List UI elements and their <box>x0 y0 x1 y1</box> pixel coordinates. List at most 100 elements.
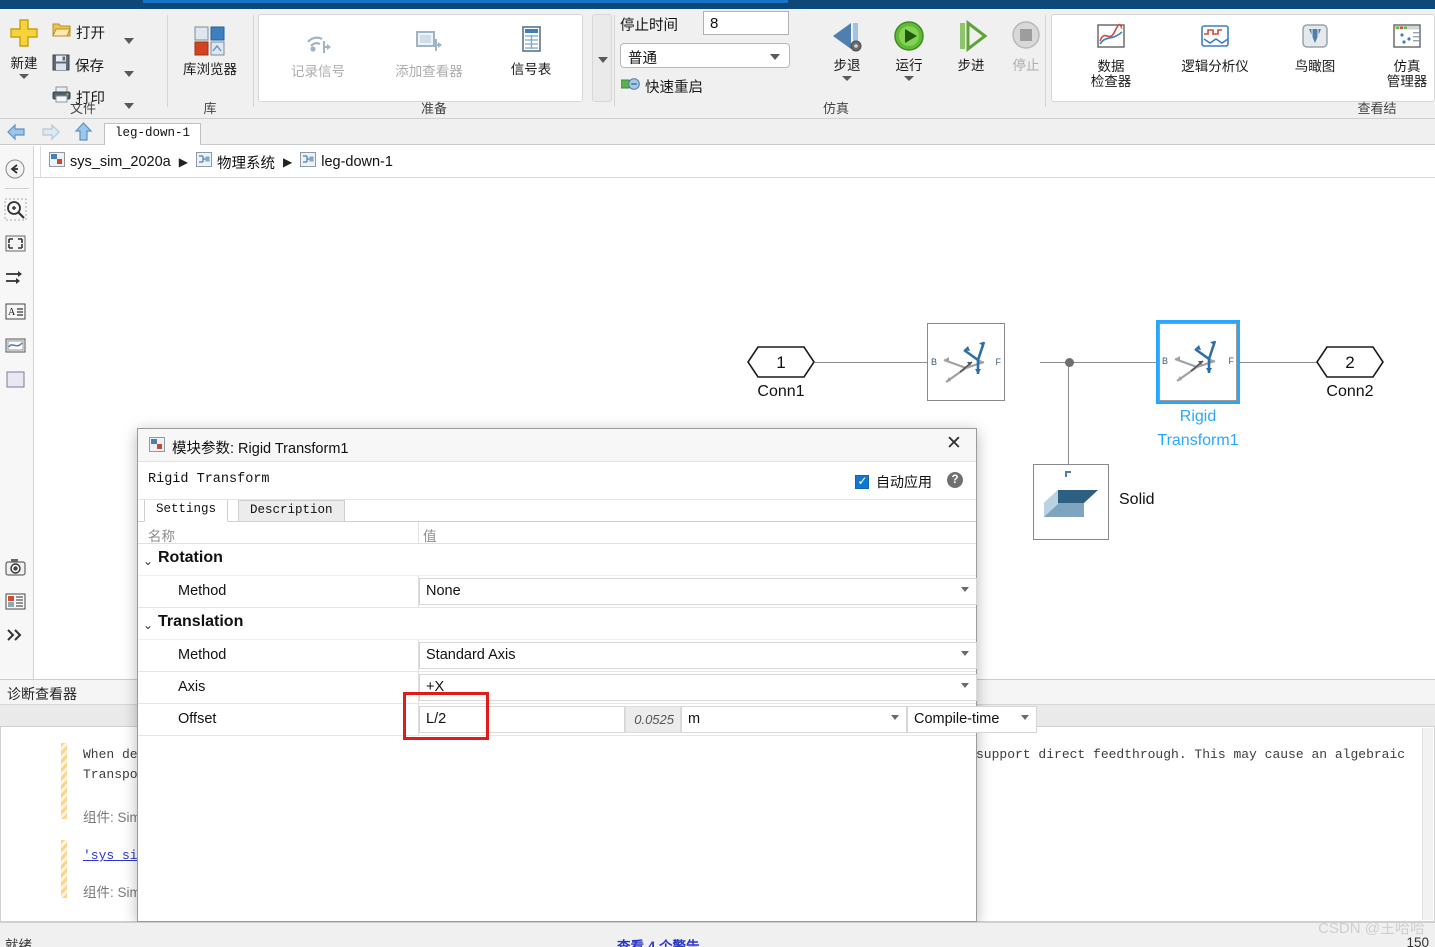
back-to-parent-icon[interactable] <box>4 158 30 184</box>
param-label-offset: Offset <box>178 711 217 727</box>
solid-label: Solid <box>1119 491 1155 508</box>
prepare-overflow-button[interactable] <box>592 14 612 102</box>
fast-restart-button[interactable]: 快速重启 <box>620 76 703 97</box>
diagnostic-viewer-title: 诊断查看器 <box>7 686 77 702</box>
breadcrumb-separator-1: ▶ <box>282 155 293 169</box>
model-tab[interactable]: leg-down-1 <box>104 123 202 145</box>
rotation-method-value: None <box>426 583 461 599</box>
library-browser-icon <box>193 25 227 62</box>
solid-glyph <box>1044 471 1098 517</box>
new-button[interactable]: 新建 <box>2 17 46 79</box>
stop-time-input[interactable]: 8 <box>703 11 789 35</box>
conn2-label: Conn2 <box>1326 383 1374 400</box>
stop-square-icon <box>1008 19 1044 58</box>
camera-icon[interactable] <box>4 556 30 582</box>
param-label-translation-method: Method <box>178 647 227 663</box>
birdseye-button[interactable]: 鸟瞰图 <box>1279 22 1351 74</box>
step-back-caret[interactable] <box>842 76 852 81</box>
block-parameters-icon <box>149 437 165 457</box>
sim-mode-caret <box>770 54 780 60</box>
add-viewer-icon <box>411 23 447 64</box>
sim-manager-label-2: 管理器 <box>1386 74 1428 89</box>
annotation-icon[interactable]: A <box>4 300 30 326</box>
tab-description[interactable]: Description <box>238 500 345 522</box>
offset-unit-dropdown[interactable]: m <box>681 706 907 733</box>
open-button[interactable]: 打开 <box>52 21 105 43</box>
report-icon[interactable] <box>4 590 30 616</box>
run-button[interactable]: 运行 <box>878 19 940 81</box>
nav-back-button[interactable] <box>6 123 27 146</box>
chevron-down-icon <box>961 587 969 592</box>
open-dropdown-caret[interactable] <box>124 31 134 49</box>
param-row-translation-method[interactable]: Method Standard Axis <box>138 640 977 672</box>
translation-method-dropdown[interactable]: Standard Axis <box>419 642 977 669</box>
step-forward-label: 步进 <box>957 58 985 73</box>
conn2-port-block[interactable]: 2 <box>1315 345 1385 379</box>
library-browser-label: 库浏览器 <box>183 62 237 77</box>
sim-mode-dropdown[interactable]: 普通 <box>620 43 790 68</box>
solid-block[interactable] <box>1033 464 1109 540</box>
run-label: 运行 <box>895 58 923 73</box>
auto-apply-checkbox[interactable] <box>855 474 869 489</box>
tab-settings[interactable]: Settings <box>144 500 229 522</box>
library-browser-button[interactable]: 库浏览器 <box>170 25 250 77</box>
signal-table-button[interactable]: 信号表 <box>495 23 567 77</box>
breadcrumb: sys_sim_2020a ▶ 物理系统 ▶ leg-down-1 <box>40 146 393 178</box>
breadcrumb-item-0[interactable]: sys_sim_2020a <box>70 154 171 170</box>
offset-expression-input[interactable]: L/2 <box>419 706 625 733</box>
help-icon[interactable]: ? <box>947 472 963 488</box>
param-group-rotation[interactable]: ⌄ Rotation <box>138 544 976 576</box>
ribbon-group-library: 库浏览器 库 <box>168 9 252 119</box>
param-row-axis[interactable]: Axis +X <box>138 672 977 704</box>
more-icon[interactable] <box>4 624 30 650</box>
sim-manager-button[interactable]: 仿真 管理器 <box>1372 22 1435 89</box>
conn1-port-block[interactable]: 1 <box>746 345 816 379</box>
diagnostic-vertical-scrollbar[interactable] <box>1422 728 1433 920</box>
status-text: 就绪 <box>5 938 32 947</box>
new-dropdown-caret[interactable] <box>19 74 29 79</box>
chevron-down-icon[interactable]: ⌄ <box>143 554 153 568</box>
nav-forward-button[interactable] <box>40 123 61 146</box>
status-bar: 就绪 查看 4 个警告 150 <box>0 922 1435 947</box>
new-button-label: 新建 <box>10 56 38 71</box>
scope-icon[interactable] <box>4 334 30 360</box>
param-group-translation[interactable]: ⌄ Translation <box>138 608 976 640</box>
param-row-offset[interactable]: Offset L/2 0.0525 m Compile-time <box>138 704 1037 736</box>
auto-apply-row[interactable]: 自动应用 <box>855 472 932 492</box>
wire-transform-to-transform1 <box>1040 362 1157 363</box>
step-forward-button[interactable]: 步进 <box>940 19 1002 73</box>
area-icon[interactable] <box>4 368 30 394</box>
add-viewer-label: 添加查看器 <box>395 64 463 79</box>
rigid-transform1-block[interactable]: B F <box>1156 320 1240 404</box>
breadcrumb-item-2[interactable]: leg-down-1 <box>321 154 393 170</box>
offset-mode-dropdown[interactable]: Compile-time <box>907 706 1037 733</box>
rotation-method-dropdown[interactable]: None <box>419 578 977 605</box>
chevron-down-icon[interactable]: ⌄ <box>143 618 153 632</box>
dialog-title: 模块参数: Rigid Transform1 <box>172 441 349 457</box>
data-inspector-button[interactable]: 数据 检查器 <box>1069 22 1153 89</box>
zoom-icon[interactable] <box>4 198 30 224</box>
route-signals-icon[interactable] <box>4 266 30 292</box>
breadcrumb-item-1[interactable]: 物理系统 <box>217 152 275 173</box>
axis-dropdown[interactable]: +X <box>419 674 977 701</box>
rigid-transform-block[interactable]: B F <box>927 323 1005 401</box>
fit-to-view-icon[interactable] <box>4 232 30 258</box>
sim-manager-label-1: 仿真 <box>1393 59 1421 74</box>
nav-up-button[interactable] <box>74 122 93 147</box>
rigid-transform1-glyph <box>1174 340 1217 382</box>
log-signals-button[interactable]: 记录信号 <box>273 23 363 79</box>
param-label-rotation-method: Method <box>178 583 227 599</box>
save-button[interactable]: 保存 <box>52 54 104 76</box>
block-parameters-dialog[interactable]: 模块参数: Rigid Transform1 ✕ Rigid Transform… <box>137 428 1037 922</box>
save-dropdown-caret[interactable] <box>124 64 134 82</box>
ribbon-divider-3 <box>614 15 615 107</box>
logic-analyzer-button[interactable]: 逻辑分析仪 <box>1169 22 1261 74</box>
step-back-button[interactable]: 步退 <box>816 19 878 81</box>
status-warnings-link[interactable]: 查看 4 个警告 <box>617 935 700 947</box>
signal-table-icon <box>514 23 548 62</box>
add-viewer-button[interactable]: 添加查看器 <box>377 23 481 79</box>
run-caret[interactable] <box>904 76 914 81</box>
close-icon[interactable]: ✕ <box>942 434 966 456</box>
ribbon-group-file-label: 文件 <box>69 101 96 116</box>
param-row-rotation-method[interactable]: Method None <box>138 576 977 608</box>
